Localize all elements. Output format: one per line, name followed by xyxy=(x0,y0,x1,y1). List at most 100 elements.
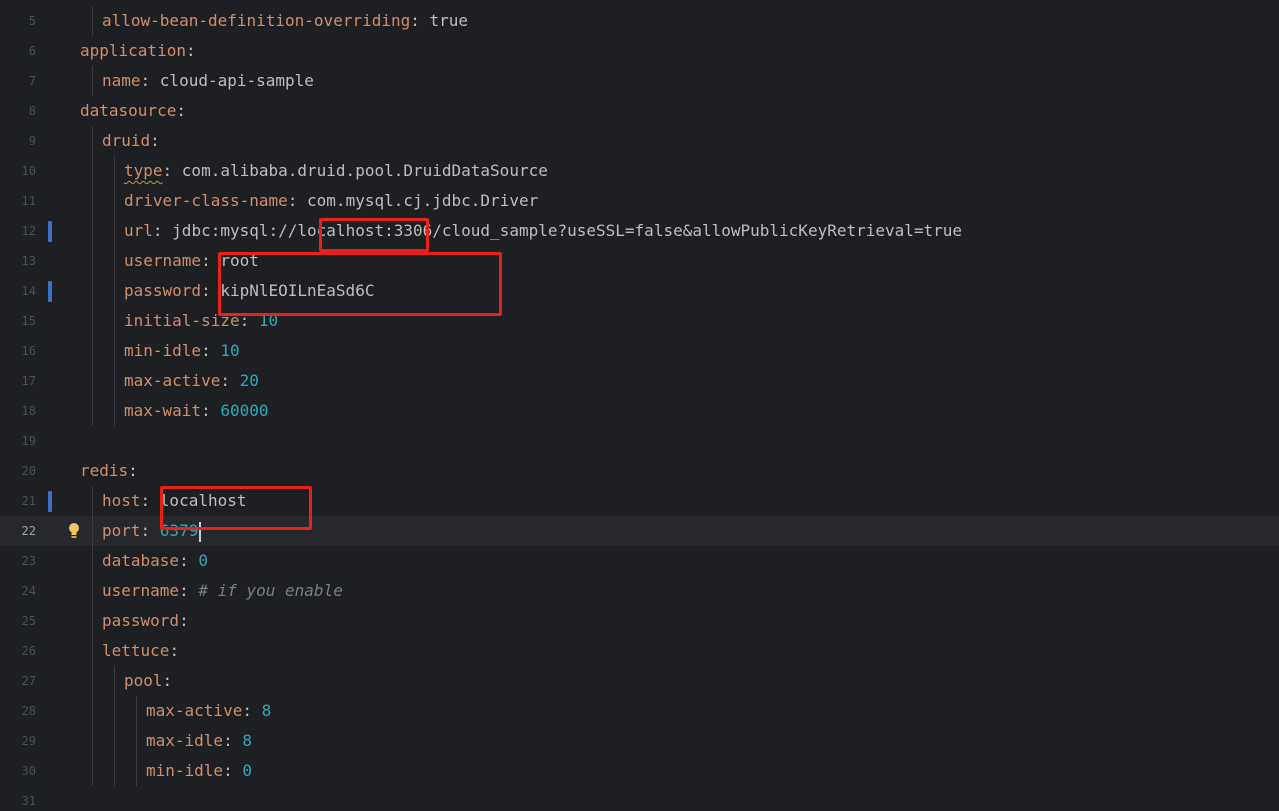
code-text[interactable]: min-idle: 0 xyxy=(146,756,252,786)
line-number: 5 xyxy=(28,14,36,28)
yaml-key: password xyxy=(124,281,202,300)
code-line[interactable]: 18 max-wait: 60000 xyxy=(0,396,1279,426)
code-line[interactable]: 29 max-idle: 8 xyxy=(0,726,1279,756)
line-number: 19 xyxy=(21,434,36,448)
code-line[interactable]: 19 xyxy=(0,426,1279,456)
code-line[interactable]: 7 name: cloud-api-sample xyxy=(0,66,1279,96)
code-line[interactable]: 30 min-idle: 0 xyxy=(0,756,1279,786)
indent-guide xyxy=(92,156,93,186)
code-text[interactable]: max-idle: 8 xyxy=(146,726,252,756)
code-text[interactable]: name: cloud-api-sample xyxy=(102,66,314,96)
yaml-key: max-active xyxy=(146,701,243,720)
code-line[interactable]: 25 password: xyxy=(0,606,1279,636)
code-line[interactable]: 21 host: localhost xyxy=(0,486,1279,516)
code-line[interactable]: 17 max-active: 20 xyxy=(0,366,1279,396)
code-text[interactable]: max-wait: 60000 xyxy=(124,396,269,426)
yaml-key: lettuce xyxy=(102,641,170,660)
yaml-value: localhost xyxy=(159,491,247,510)
code-line[interactable]: 23 database: 0 xyxy=(0,546,1279,576)
code-text[interactable]: min-idle: 10 xyxy=(124,336,240,366)
code-editor[interactable]: 5 allow-bean-definition-overriding: true 6… xyxy=(0,0,1279,811)
code-text[interactable]: allow-bean-definition-overriding: true xyxy=(102,6,468,36)
yaml-value: true xyxy=(429,11,469,30)
yaml-value: 10 xyxy=(258,311,279,330)
line-number: 10 xyxy=(21,164,36,178)
code-line[interactable]: 15 initial-size: 10 xyxy=(0,306,1279,336)
code-line[interactable]: 5 allow-bean-definition-overriding: true xyxy=(0,6,1279,36)
line-number: 21 xyxy=(21,494,36,508)
code-line[interactable]: 13 username: root xyxy=(0,246,1279,276)
code-area[interactable]: 5 allow-bean-definition-overriding: true 6… xyxy=(0,0,1279,811)
code-line[interactable]: 28 max-active: 8 xyxy=(0,696,1279,726)
code-text[interactable]: password: xyxy=(102,606,189,636)
indent-guide xyxy=(92,636,93,666)
code-line[interactable]: 9 druid: xyxy=(0,126,1279,156)
code-text[interactable]: url: jdbc:mysql://localhost:3306/cloud_s… xyxy=(124,216,962,246)
code-text[interactable]: max-active: 20 xyxy=(124,366,259,396)
indent-guide xyxy=(114,186,115,216)
indent-guide xyxy=(114,366,115,396)
code-line[interactable]: 10 type: com.alibaba.druid.pool.DruidData… xyxy=(0,156,1279,186)
yaml-value: 10 xyxy=(220,341,240,360)
yaml-value: kipNlEOILnEaSd6C xyxy=(220,281,375,300)
yaml-value: 20 xyxy=(239,371,259,390)
yaml-key: username xyxy=(124,251,202,270)
code-text[interactable]: port: 6379 xyxy=(102,516,202,546)
indent-guide xyxy=(114,696,115,726)
code-text[interactable]: max-active: 8 xyxy=(146,696,271,726)
change-marker[interactable] xyxy=(48,281,52,302)
yaml-value: 6379 xyxy=(159,521,199,540)
code-text[interactable]: type: com.alibaba.druid.pool.DruidDataSo… xyxy=(124,156,548,186)
yaml-value: 0 xyxy=(242,761,252,780)
code-line[interactable]: 6 application: xyxy=(0,36,1279,66)
yaml-value: com.alibaba.druid.pool.DruidDataSource xyxy=(181,161,548,180)
change-marker[interactable] xyxy=(48,491,52,512)
code-line[interactable]: 20 redis: xyxy=(0,456,1279,486)
code-text[interactable]: initial-size: 10 xyxy=(124,306,278,336)
code-line[interactable]: 31 xyxy=(0,786,1279,811)
code-text[interactable]: druid: xyxy=(102,126,160,156)
line-number: 11 xyxy=(21,194,36,208)
code-text[interactable]: datasource: xyxy=(80,96,186,126)
line-number: 12 xyxy=(21,224,36,238)
code-text[interactable]: database: 0 xyxy=(102,546,208,576)
change-marker[interactable] xyxy=(48,221,52,242)
lightbulb-icon[interactable] xyxy=(67,522,81,540)
code-line[interactable]: 14 password: kipNlEOILnEaSd6C xyxy=(0,276,1279,306)
indent-guide xyxy=(92,396,93,426)
yaml-key: max-active xyxy=(124,371,221,390)
code-text[interactable]: driver-class-name: com.mysql.cj.jdbc.Dri… xyxy=(124,186,538,216)
yaml-key: username xyxy=(102,581,180,600)
code-text[interactable]: host: localhost xyxy=(102,486,247,516)
indent-guide xyxy=(136,726,137,756)
code-line[interactable]: 12 url: jdbc:mysql://localhost:3306/cloud… xyxy=(0,216,1279,246)
code-line[interactable]: 11 driver-class-name: com.mysql.cj.jdbc.D… xyxy=(0,186,1279,216)
code-text[interactable]: lettuce: xyxy=(102,636,179,666)
code-text[interactable]: password: kipNlEOILnEaSd6C xyxy=(124,276,374,306)
code-text[interactable]: application: xyxy=(80,36,196,66)
indent-guide xyxy=(92,216,93,246)
yaml-value: 8 xyxy=(242,731,252,750)
code-text[interactable]: username: root xyxy=(124,246,259,276)
code-line[interactable]: 24 username: # if you enable xyxy=(0,576,1279,606)
code-line[interactable]: 26 lettuce: xyxy=(0,636,1279,666)
indent-guide xyxy=(114,276,115,306)
code-line[interactable]: 22 port: 6379 xyxy=(0,516,1279,546)
line-number: 24 xyxy=(21,584,36,598)
code-line[interactable]: 27 pool: xyxy=(0,666,1279,696)
yaml-value: root xyxy=(220,251,259,270)
line-number: 31 xyxy=(21,794,36,808)
code-text[interactable]: username: # if you enable xyxy=(102,576,343,606)
code-line[interactable]: 8 datasource: xyxy=(0,96,1279,126)
indent-guide xyxy=(92,366,93,396)
yaml-key: min-idle xyxy=(146,761,224,780)
indent-guide xyxy=(92,66,93,96)
yaml-key: initial-size xyxy=(124,311,240,330)
code-text[interactable]: redis: xyxy=(80,456,138,486)
indent-guide xyxy=(92,546,93,576)
line-number: 26 xyxy=(21,644,36,658)
line-number: 23 xyxy=(21,554,36,568)
code-text[interactable]: pool: xyxy=(124,666,172,696)
line-number: 7 xyxy=(28,74,36,88)
code-line[interactable]: 16 min-idle: 10 xyxy=(0,336,1279,366)
